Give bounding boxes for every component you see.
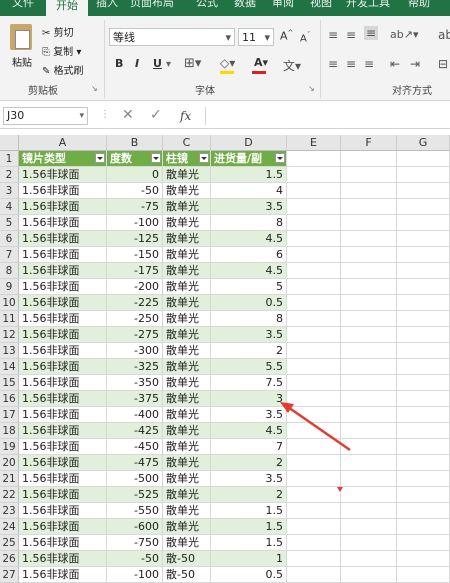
empty-cell[interactable] (397, 567, 450, 583)
table-cell[interactable]: 散-50 (163, 567, 211, 583)
cell-value: 散-50 (166, 568, 195, 581)
annotation-arrow (280, 402, 351, 492)
table-cell[interactable]: -100 (107, 567, 163, 583)
arrow-line (284, 403, 351, 452)
cell-value: 0.5 (265, 568, 284, 581)
empty-cell[interactable] (341, 567, 397, 583)
cell-value: -100 (134, 568, 159, 581)
small-red-marker-icon (337, 487, 343, 492)
cell-value: 1.56非球面 (22, 568, 80, 581)
table-cell[interactable]: 0.5 (211, 567, 287, 583)
table-cell[interactable]: 1.56非球面 (19, 567, 107, 583)
empty-cell[interactable] (287, 567, 341, 583)
row-header[interactable]: 27 (0, 567, 19, 583)
arrow-head-icon (280, 402, 294, 413)
